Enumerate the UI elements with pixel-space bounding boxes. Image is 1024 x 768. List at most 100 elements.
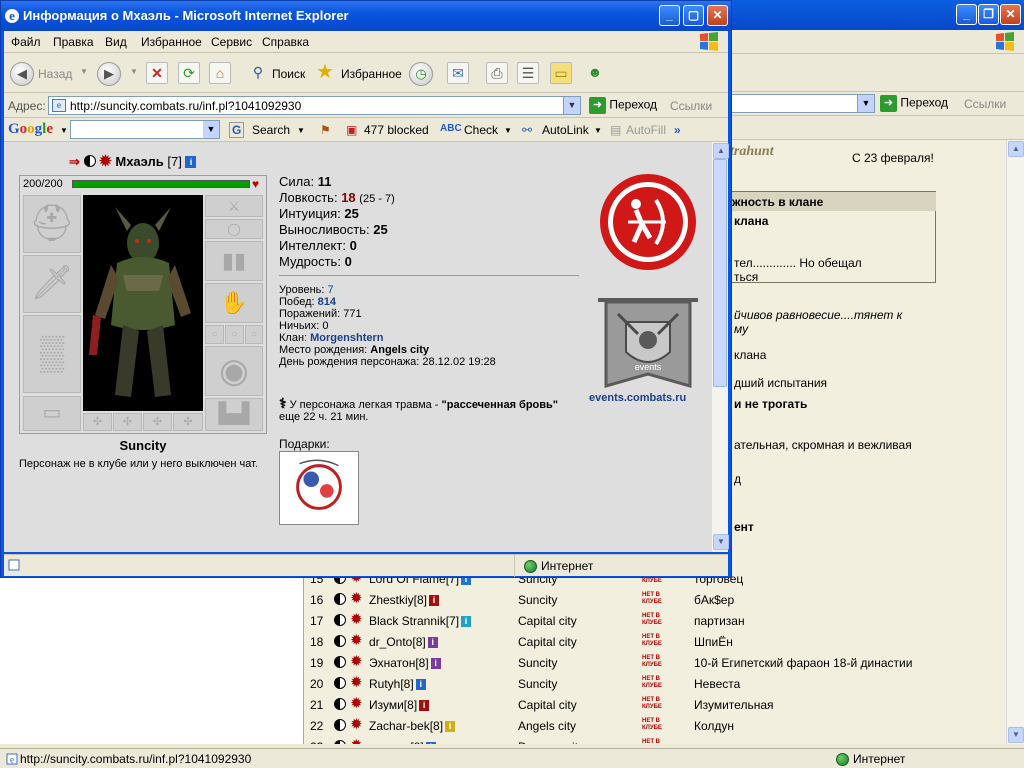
- boots-slot-icon[interactable]: ▙▟: [205, 398, 263, 431]
- close-button[interactable]: ✕: [707, 5, 728, 26]
- bg-address-field[interactable]: ▼: [730, 94, 875, 113]
- rune-slot-4-icon[interactable]: ✣: [173, 413, 203, 431]
- clan-link[interactable]: Morgenshtern: [310, 332, 383, 344]
- popup-vertical-scrollbar[interactable]: ▲ ▼: [712, 142, 729, 552]
- search-icon[interactable]: ⚲: [247, 62, 269, 84]
- member-name-link[interactable]: Black Strannik[7] i: [369, 614, 472, 628]
- member-name[interactable]: Zachar-bek[8]: [369, 719, 443, 733]
- bg-vertical-scrollbar[interactable]: ▲ ▼: [1006, 140, 1024, 744]
- autolink-dropdown-icon[interactable]: ▼: [594, 126, 602, 135]
- autolink-button[interactable]: AutoLink: [542, 123, 589, 137]
- messenger-icon[interactable]: ☻: [584, 62, 606, 84]
- bracers-slot-icon[interactable]: ▮▮: [205, 241, 263, 281]
- edit-icon[interactable]: ☰: [517, 62, 539, 84]
- address-field[interactable]: e http://suncity.combats.ru/inf.pl?10410…: [48, 96, 581, 115]
- scroll-up-icon[interactable]: ▲: [1008, 141, 1024, 157]
- info-icon[interactable]: i: [461, 616, 472, 628]
- ring-slot-3-icon[interactable]: ○: [245, 325, 263, 344]
- search-button[interactable]: Поиск: [272, 67, 305, 81]
- bg-close-button[interactable]: ✕: [1000, 4, 1021, 25]
- member-name-link[interactable]: Изуми[8] i: [369, 698, 430, 712]
- rune-slot-3-icon[interactable]: ✣: [143, 413, 172, 431]
- menu-edit[interactable]: Правка: [53, 35, 94, 49]
- member-name-link[interactable]: dr_Onto[8] i: [369, 635, 438, 649]
- scroll-up-icon[interactable]: ▲: [713, 143, 729, 159]
- menu-file[interactable]: Файл: [11, 35, 41, 49]
- info-icon[interactable]: i: [445, 721, 456, 733]
- print-icon[interactable]: ⎙: [486, 62, 508, 84]
- info-icon[interactable]: i: [185, 156, 197, 168]
- google-search-input[interactable]: ▼: [70, 120, 220, 139]
- info-icon[interactable]: i: [427, 637, 438, 649]
- armor-slot-icon[interactable]: ▒: [23, 315, 81, 393]
- forward-dropdown-icon[interactable]: ▼: [130, 67, 138, 76]
- history-icon[interactable]: ◷: [409, 62, 433, 86]
- go-button[interactable]: ➜ Переход: [589, 97, 657, 114]
- menu-help[interactable]: Справка: [262, 35, 309, 49]
- maximize-button[interactable]: ▢: [683, 5, 704, 26]
- member-name[interactable]: Rutyh[8]: [369, 677, 414, 691]
- check-button[interactable]: Check: [464, 123, 498, 137]
- menu-view[interactable]: Вид: [105, 35, 127, 49]
- bg-minimize-button[interactable]: _: [956, 4, 977, 25]
- autofill-button[interactable]: AutoFill: [626, 123, 666, 137]
- info-icon[interactable]: i: [419, 700, 430, 712]
- member-name-link[interactable]: Zhestkiy[8] i: [369, 593, 440, 607]
- member-name-link[interactable]: Zachar-bek[8] i: [369, 719, 456, 733]
- minimize-button[interactable]: _: [659, 5, 680, 26]
- member-name[interactable]: Эхнатон[8]: [369, 656, 429, 670]
- scroll-down-icon[interactable]: ▼: [713, 534, 729, 550]
- weapon-slot-icon[interactable]: 🗡: [23, 255, 81, 313]
- popups-blocked[interactable]: 477 blocked: [364, 123, 429, 137]
- chevron-down-icon[interactable]: ▼: [563, 97, 580, 114]
- bg-links-button[interactable]: Ссылки: [964, 97, 1006, 111]
- menu-tools[interactable]: Сервис: [211, 35, 252, 49]
- stop-icon[interactable]: ✕: [146, 62, 168, 84]
- events-link[interactable]: events.combats.ru: [589, 392, 686, 404]
- member-name[interactable]: Zhestkiy[8]: [369, 593, 427, 607]
- ring-slot-2-icon[interactable]: ○: [225, 325, 244, 344]
- necklace-slot-icon[interactable]: ◯: [205, 219, 263, 239]
- rune-slot-2-icon[interactable]: ✣: [113, 413, 142, 431]
- favorites-star-icon[interactable]: ★: [314, 62, 336, 84]
- member-name-link[interactable]: Эхнатон[8] i: [369, 656, 441, 670]
- gift-item[interactable]: [279, 451, 359, 525]
- links-button[interactable]: Ссылки: [670, 99, 712, 113]
- scroll-thumb[interactable]: [713, 159, 727, 387]
- info-icon[interactable]: i: [425, 742, 436, 744]
- member-name[interactable]: Black Strannik[7]: [369, 614, 459, 628]
- popup-titlebar[interactable]: e Информация о Мхаэль - Microsoft Intern…: [1, 1, 731, 31]
- helmet-slot-icon[interactable]: ⛑: [23, 195, 81, 253]
- shield-slot-icon[interactable]: ◉: [205, 346, 263, 396]
- chevron-down-icon[interactable]: ▼: [857, 95, 874, 112]
- amulet-slot-icon[interactable]: ⚔: [205, 195, 263, 217]
- info-icon[interactable]: i: [415, 679, 426, 691]
- info-icon[interactable]: i: [430, 658, 441, 670]
- home-icon[interactable]: ⌂: [209, 62, 231, 84]
- address-url[interactable]: http://suncity.combats.ru/inf.pl?1041092…: [70, 99, 301, 113]
- member-name[interactable]: Изуми[8]: [369, 698, 417, 712]
- more-chevron-icon[interactable]: »: [674, 123, 681, 137]
- mail-icon[interactable]: ✉: [447, 62, 469, 84]
- gloves-slot-icon[interactable]: ✋: [205, 283, 263, 323]
- search-dropdown-icon[interactable]: ▼: [297, 126, 305, 135]
- back-button[interactable]: Назад: [38, 67, 72, 81]
- ring-slot-1-icon[interactable]: ○: [205, 325, 224, 344]
- bg-go-button[interactable]: ➜ Переход: [880, 95, 948, 112]
- check-dropdown-icon[interactable]: ▼: [504, 126, 512, 135]
- google-menu-icon[interactable]: ▼: [60, 126, 68, 135]
- discuss-icon[interactable]: ▭: [550, 62, 572, 84]
- chevron-down-icon[interactable]: ▼: [203, 121, 219, 138]
- member-name[interactable]: sweepp[8]: [369, 740, 424, 744]
- back-dropdown-icon[interactable]: ▼: [80, 67, 88, 76]
- menu-favorites[interactable]: Избранное: [141, 35, 202, 49]
- bg-maximize-button[interactable]: ❐: [978, 4, 999, 25]
- member-name-link[interactable]: sweepp[8]i: [369, 740, 436, 744]
- rune-slot-1-icon[interactable]: ✣: [83, 413, 112, 431]
- scroll-down-icon[interactable]: ▼: [1008, 727, 1024, 743]
- back-arrow-icon[interactable]: ◀: [10, 62, 34, 86]
- forward-arrow-icon[interactable]: ▶: [97, 62, 121, 86]
- google-logo[interactable]: Google: [8, 121, 53, 138]
- google-search-button[interactable]: Search: [252, 123, 290, 137]
- info-icon[interactable]: i: [429, 595, 440, 607]
